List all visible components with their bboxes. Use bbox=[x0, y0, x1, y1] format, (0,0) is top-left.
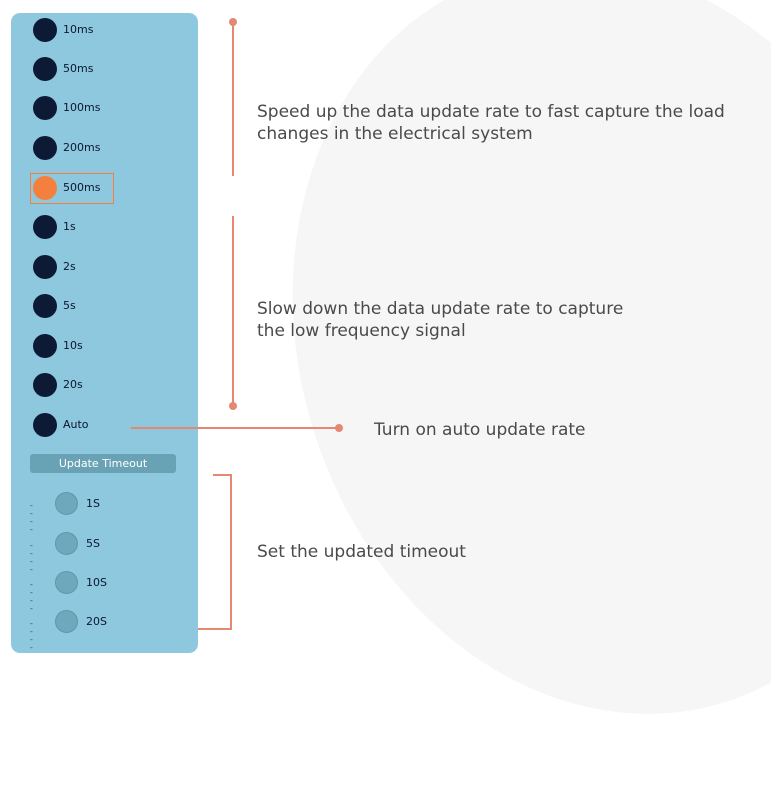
rate-label: 10ms bbox=[63, 23, 94, 36]
slow-down-note-line1: Slow down the data update rate to captur… bbox=[257, 299, 624, 319]
timeout-label: 1S bbox=[86, 497, 100, 510]
radio-dot-selected[interactable] bbox=[33, 176, 57, 200]
timeout-note: Set the updated timeout bbox=[257, 542, 466, 562]
speed-up-note: Speed up the data update rate to fast ca… bbox=[257, 101, 767, 145]
slow-down-note-line2: the low frequency signal bbox=[257, 321, 466, 341]
radio-dot[interactable] bbox=[33, 136, 57, 160]
radio-dot[interactable] bbox=[33, 413, 57, 437]
rate-label: 200ms bbox=[63, 141, 101, 154]
bracket-bottom bbox=[198, 628, 232, 630]
radio-dot[interactable] bbox=[33, 18, 57, 42]
rate-label: 10s bbox=[63, 339, 83, 352]
rate-label: 2s bbox=[63, 260, 76, 273]
timeout-radio[interactable] bbox=[55, 571, 78, 594]
rate-label: 20s bbox=[63, 378, 83, 391]
speed-up-note-line2: changes in the electrical system bbox=[257, 124, 533, 144]
dash-marker: ---- bbox=[30, 580, 33, 613]
annotation-line-speed-up bbox=[232, 24, 234, 176]
annotation-line-slow-down bbox=[232, 216, 234, 406]
radio-dot[interactable] bbox=[33, 215, 57, 239]
annotation-dot bbox=[229, 402, 237, 410]
radio-dot[interactable] bbox=[33, 373, 57, 397]
timeout-radio[interactable] bbox=[55, 532, 78, 555]
radio-dot[interactable] bbox=[33, 96, 57, 120]
bracket-vertical bbox=[230, 474, 232, 630]
dash-marker: ---- bbox=[30, 619, 33, 652]
slow-down-note: Slow down the data update rate to captur… bbox=[257, 298, 737, 342]
radio-dot[interactable] bbox=[33, 57, 57, 81]
rate-label: 1s bbox=[63, 220, 76, 233]
timeout-label: 10S bbox=[86, 576, 107, 589]
timeout-label: 20S bbox=[86, 615, 107, 628]
timeout-radio[interactable] bbox=[55, 610, 78, 633]
timeout-label: 5S bbox=[86, 537, 100, 550]
radio-dot[interactable] bbox=[33, 255, 57, 279]
auto-note: Turn on auto update rate bbox=[374, 420, 586, 440]
rate-label: 5s bbox=[63, 299, 76, 312]
rate-label: Auto bbox=[63, 418, 89, 431]
rate-label: 100ms bbox=[63, 101, 101, 114]
annotation-dot bbox=[335, 424, 343, 432]
dash-marker: ---- bbox=[30, 541, 33, 574]
rate-label: 500ms bbox=[63, 181, 101, 194]
speed-up-note-line1: Speed up the data update rate to fast ca… bbox=[257, 102, 725, 122]
annotation-dot bbox=[229, 18, 237, 26]
rate-label: 50ms bbox=[63, 62, 94, 75]
radio-dot[interactable] bbox=[33, 294, 57, 318]
timeout-radio[interactable] bbox=[55, 492, 78, 515]
dash-marker: ---- bbox=[30, 501, 33, 534]
radio-dot[interactable] bbox=[33, 334, 57, 358]
update-timeout-header: Update Timeout bbox=[30, 454, 176, 473]
annotation-line-auto bbox=[131, 427, 338, 429]
